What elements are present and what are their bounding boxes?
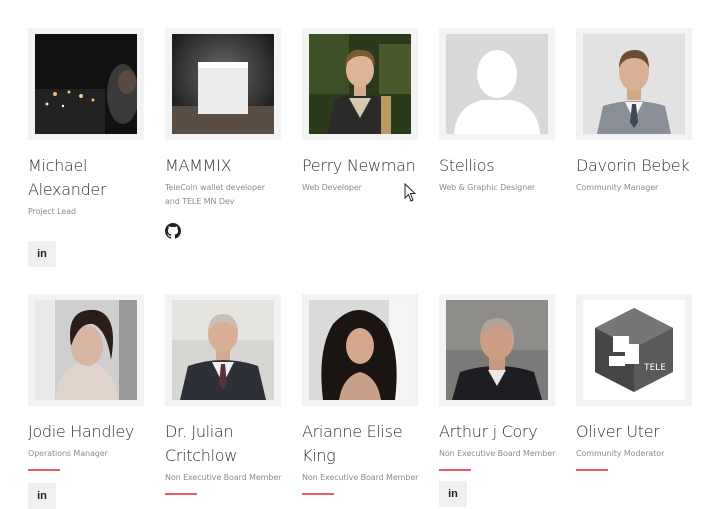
member-role: Non Executive Board Member — [439, 449, 556, 458]
mouse-cursor-icon — [404, 183, 417, 202]
accent-line — [28, 469, 60, 471]
photo-frame — [165, 294, 281, 406]
linkedin-button[interactable]: in — [439, 481, 467, 507]
member-name: Dr. Julian Critchlow — [165, 422, 238, 465]
member-role: TeleCoin wallet developer and TELE MN De… — [165, 183, 265, 206]
member-name: Arianne Elise King — [302, 422, 403, 465]
member-role: Community Moderator — [576, 449, 665, 458]
member-photo — [309, 300, 411, 400]
member-photo — [35, 300, 137, 400]
member-photo — [172, 34, 274, 134]
linkedin-button[interactable]: in — [28, 241, 56, 267]
photo-frame — [302, 28, 418, 140]
member-name: Oliver Uter — [576, 422, 660, 441]
photo-frame — [28, 28, 144, 140]
tele-logo: TELE — [583, 300, 685, 400]
member-photo — [583, 34, 685, 134]
logo-text: TELE — [644, 363, 666, 373]
member-name: Perry Newman — [302, 156, 416, 175]
photo-frame: TELE — [576, 294, 692, 406]
member-role: Web & Graphic Designer — [439, 183, 536, 192]
member-photo — [446, 34, 548, 134]
member-role: Operations Manager — [28, 449, 108, 458]
accent-line — [165, 493, 197, 495]
member-role: Non Executive Board Member — [302, 473, 419, 482]
member-name: MAMMIX — [165, 156, 232, 175]
team-card-perry: Perry Newman Web Developer — [302, 28, 432, 195]
accent-line — [576, 469, 608, 471]
member-photo — [35, 34, 137, 134]
member-role: Community Manager — [576, 183, 659, 192]
accent-line — [302, 493, 334, 495]
photo-frame — [28, 294, 144, 406]
github-icon[interactable] — [165, 223, 182, 239]
member-name: Stellios — [439, 156, 495, 175]
member-photo — [309, 34, 411, 134]
team-card-julian: Dr. Julian Critchlow Non Executive Board… — [165, 294, 295, 495]
member-photo: TELE — [583, 300, 685, 400]
team-card-mammix: MAMMIX TeleCoin wallet developer and TEL… — [165, 28, 295, 244]
member-name: Michael Alexander — [28, 156, 107, 199]
linkedin-button[interactable]: in — [28, 483, 56, 509]
member-photo — [172, 300, 274, 400]
team-card-arthur: Arthur j Cory Non Executive Board Member… — [439, 294, 569, 507]
team-card-stellios: Stellios Web & Graphic Designer — [439, 28, 569, 195]
member-name: Arthur j Cory — [439, 422, 538, 441]
team-card-arianne: Arianne Elise King Non Executive Board M… — [302, 294, 432, 495]
photo-frame — [302, 294, 418, 406]
team-card-davorin: Davorin Bebek Community Manager — [576, 28, 706, 195]
photo-frame — [439, 28, 555, 140]
member-name: Davorin Bebek — [576, 156, 690, 175]
accent-line — [439, 469, 471, 471]
member-name: Jodie Handley — [28, 422, 135, 441]
team-card-michael: Michael Alexander Project Lead in — [28, 28, 158, 267]
team-card-jodie: Jodie Handley Operations Manager in — [28, 294, 158, 509]
photo-frame — [576, 28, 692, 140]
member-role: Project Lead — [28, 207, 76, 216]
member-role: Non Executive Board Member — [165, 473, 282, 482]
photo-frame — [165, 28, 281, 140]
member-photo — [446, 300, 548, 400]
team-card-oliver: TELE Oliver Uter Community Moderator — [576, 294, 706, 471]
photo-frame — [439, 294, 555, 406]
